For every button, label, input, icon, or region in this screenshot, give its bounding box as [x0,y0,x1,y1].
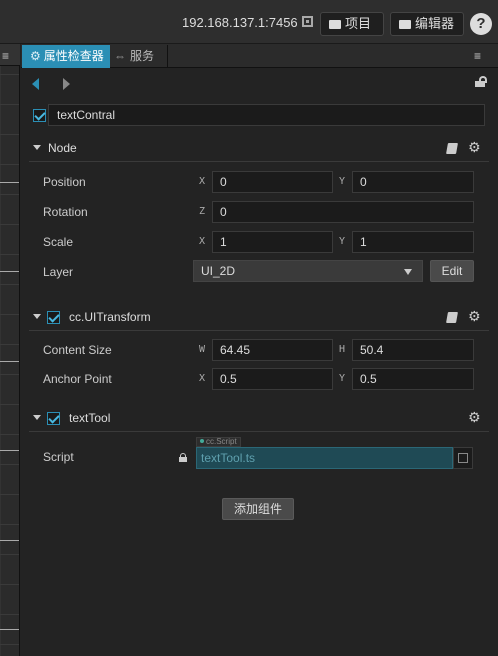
gear-icon: ⚙ [30,49,41,63]
node-section-title: Node [48,141,77,155]
grid-line [0,629,19,630]
layer-value: UI_2D [201,264,236,278]
position-y-input[interactable]: 0 [352,171,474,193]
gear-icon[interactable]: ⚙ [468,309,481,323]
editor-button-label: 编辑器 [415,16,455,31]
help-icon[interactable]: ? [470,13,492,35]
help-doc-icon[interactable] [446,312,458,323]
anchor-y-axis[interactable]: Y [339,373,345,384]
rotation-z-input[interactable]: 0 [212,201,474,223]
scale-y-axis[interactable]: Y [339,236,345,247]
texttool-enabled-checkbox[interactable] [47,412,60,425]
script-type-tag: cc.Script [196,437,241,447]
script-label: Script [43,450,74,464]
collapse-triangle-icon[interactable] [33,415,41,420]
grid-line [0,361,19,362]
uitransform-section-title: cc.UITransform [69,310,151,324]
rotation-z-axis[interactable]: Z [199,206,205,217]
texttool-section-header[interactable]: textTool ⚙ [29,404,489,432]
uitransform-enabled-checkbox[interactable] [47,311,60,324]
gear-icon[interactable]: ⚙ [468,140,481,154]
layer-label: Layer [43,265,74,279]
folder-icon [399,20,411,29]
add-component-button[interactable]: 添加组件 [222,498,294,520]
grid-line [0,450,19,451]
grid-line [0,271,19,272]
scene-panel-edge: ≡ [0,44,20,656]
content-size-h-axis[interactable]: H [339,344,345,355]
lock-icon [179,453,187,462]
uitransform-section-header[interactable]: cc.UITransform ⚙ [29,303,489,331]
inspector-panel: ⚙ 属性检查器 ⇔ 服务 ≡ textContral Node ⚙ Position… [21,44,498,656]
layer-edit-button[interactable]: Edit [430,260,474,282]
history-nav [21,69,498,99]
position-x-input[interactable]: 0 [212,171,333,193]
node-name-input[interactable]: textContral [48,104,485,126]
tab-services[interactable]: ⇔ 服务 [114,45,168,68]
scale-y-input[interactable]: 1 [352,231,474,253]
rotation-label: Rotation [43,205,88,219]
anchor-x-axis[interactable]: X [199,373,205,384]
grid-line [0,182,19,183]
open-editor-button[interactable]: 编辑器 [390,12,464,36]
content-size-h-input[interactable]: 50.4 [352,339,474,361]
script-asset-field[interactable]: textTool.ts [196,447,453,469]
content-size-w-axis[interactable]: W [199,344,205,355]
tab-inspector[interactable]: ⚙ 属性检查器 [22,45,110,68]
tab-services-label: 服务 [130,49,155,63]
anchor-y-input[interactable]: 0.5 [352,368,474,390]
position-y-axis[interactable]: Y [339,176,345,187]
scale-label: Scale [43,235,74,249]
grid-line [0,540,19,541]
script-type-label: cc.Script [206,437,237,446]
panel-menu-icon[interactable]: ≡ [2,49,9,63]
node-active-checkbox[interactable] [33,109,46,122]
folder-icon [329,20,341,29]
scale-x-axis[interactable]: X [199,236,205,247]
project-button-label: 项目 [345,16,372,31]
anchor-x-input[interactable]: 0.5 [212,368,333,390]
node-section-header[interactable]: Node ⚙ [29,134,489,162]
tab-bar: ⚙ 属性检查器 ⇔ 服务 ≡ [21,44,498,68]
content-size-w-input[interactable]: 64.45 [212,339,333,361]
back-arrow-icon[interactable] [32,78,39,90]
position-x-axis[interactable]: X [199,176,205,187]
scale-x-input[interactable]: 1 [212,231,333,253]
texttool-section-title: textTool [69,411,111,425]
preview-address[interactable]: 192.168.137.1:7456 [182,15,298,30]
panel-menu-icon[interactable]: ≡ [474,49,481,63]
top-toolbar: 192.168.137.1:7456 项目 编辑器 ? [0,0,498,44]
script-dot-icon [200,439,204,443]
asset-picker-icon[interactable] [453,447,473,469]
link-icon: ⇔ [114,49,126,63]
collapse-triangle-icon[interactable] [33,314,41,319]
qrcode-icon[interactable] [302,16,313,27]
open-project-button[interactable]: 项目 [320,12,384,36]
gear-icon[interactable]: ⚙ [468,410,481,424]
content-size-label: Content Size [43,343,112,357]
unlock-icon[interactable] [475,76,487,87]
help-doc-icon[interactable] [446,143,458,154]
collapse-triangle-icon[interactable] [33,145,41,150]
forward-arrow-icon[interactable] [63,78,70,90]
scene-panel-header: ≡ [0,44,20,66]
tab-inspector-label: 属性检查器 [43,49,104,63]
position-label: Position [43,175,86,189]
caret-down-icon [404,269,412,275]
anchor-point-label: Anchor Point [43,372,112,386]
layer-select[interactable]: UI_2D [193,260,423,282]
